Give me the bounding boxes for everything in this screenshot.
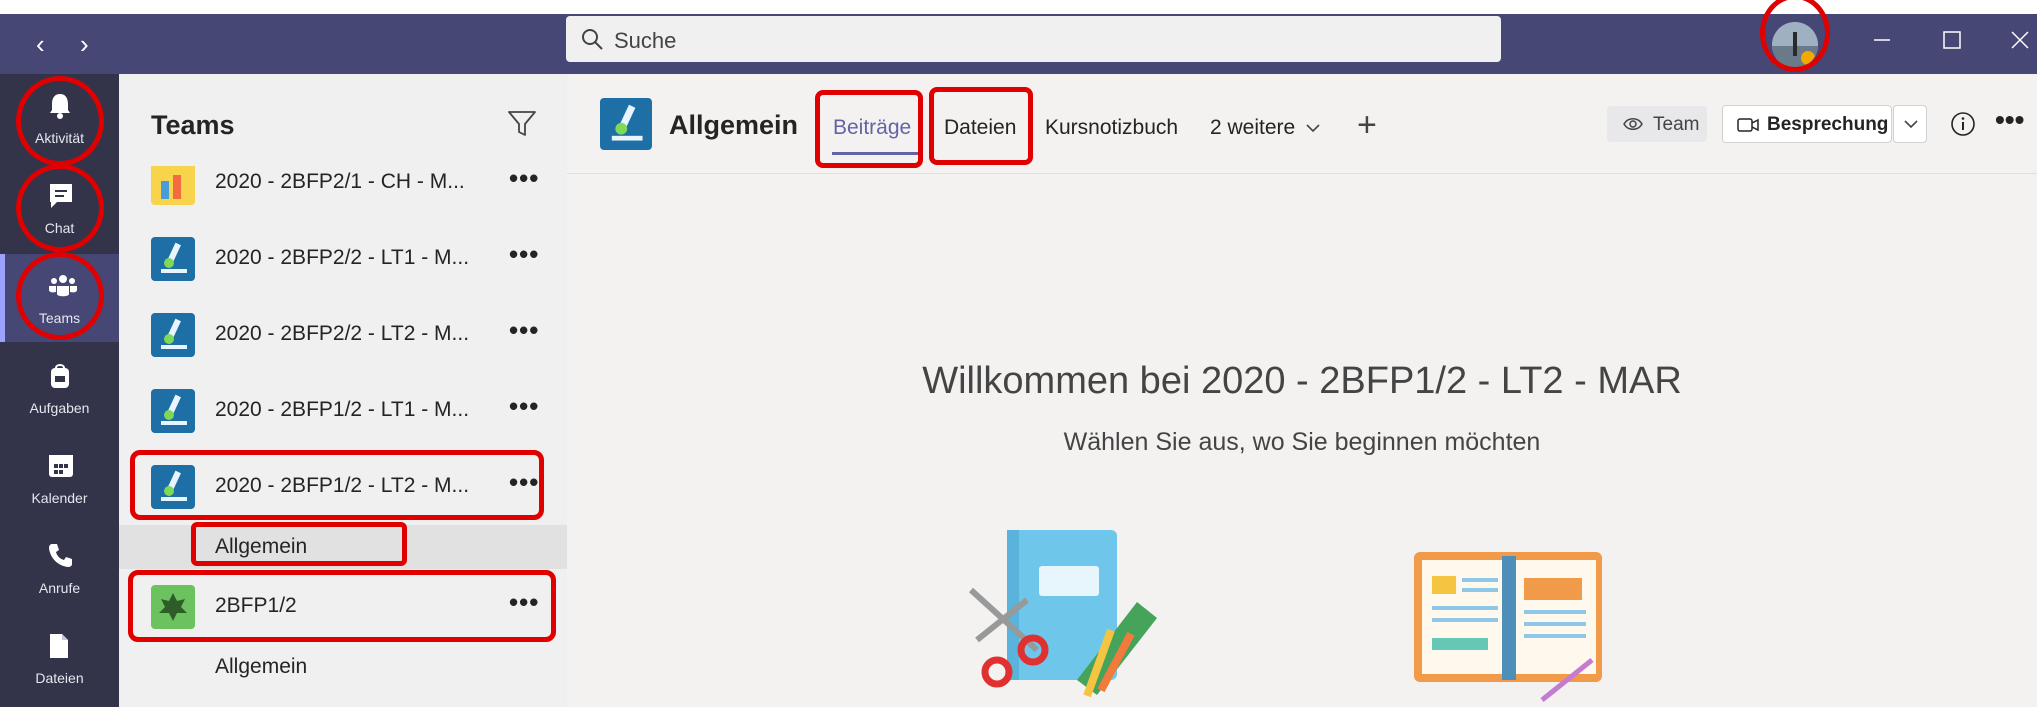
meet-button-label: Besprechung	[1767, 114, 1889, 135]
rail-label: Kalender	[31, 490, 88, 506]
add-tab-button[interactable]: +	[1357, 108, 1377, 142]
panel-title: Teams	[151, 110, 235, 140]
title-bar: ‹ › Suche	[0, 14, 2037, 74]
team-name: 2020 - 2BFP1/2 - LT2 - M...	[215, 474, 470, 497]
team-avatar-icon	[151, 166, 195, 205]
tab-posts[interactable]: Beiträge	[833, 116, 911, 140]
team-row[interactable]: 2020 - 2BFP2/1 - CH - M... •••	[119, 166, 567, 221]
tab-class-notebook[interactable]: Kursnotizbuch	[1045, 116, 1178, 140]
channel-view: Allgemein Beiträge Dateien Kursnotizbuch…	[567, 74, 2037, 707]
team-row[interactable]: 2020 - 2BFP2/2 - LT2 - M... •••	[119, 297, 567, 373]
rail-item-teams[interactable]: Teams	[0, 254, 119, 342]
app-bar: Aktivität Chat Teams Aufgaben Kalender A…	[0, 74, 119, 707]
meet-button[interactable]: Besprechung	[1722, 105, 1892, 143]
welcome-title: Willkommen bei 2020 - 2BFP1/2 - LT2 - MA…	[922, 360, 1682, 402]
backpack-icon	[51, 364, 69, 388]
team-row[interactable]: 2020 - 2BFP1/2 - LT2 - M... •••	[119, 449, 567, 525]
file-icon	[50, 634, 68, 658]
team-name: 2020 - 2BFP2/2 - LT2 - M...	[215, 322, 470, 345]
microscope-icon	[151, 465, 195, 509]
team-name: 2020 - 2BFP1/2 - LT1 - M...	[215, 398, 470, 421]
microscope-icon	[600, 98, 652, 150]
minimize-icon[interactable]	[1870, 28, 1894, 52]
team-name: 2020 - 2BFP2/2 - LT1 - M...	[215, 246, 470, 269]
calendar-icon	[49, 455, 73, 477]
channel-name: Allgemein	[215, 535, 308, 558]
leaf-icon	[151, 585, 195, 629]
microscope-icon	[151, 313, 195, 357]
team-row[interactable]: 2BFP1/2 •••	[119, 569, 567, 645]
tab-more-tabs[interactable]: 2 weitere	[1210, 116, 1321, 140]
team-more-icon[interactable]: •••	[509, 239, 539, 270]
tab-files[interactable]: Dateien	[944, 116, 1016, 140]
filter-icon[interactable]	[507, 110, 537, 138]
microscope-icon	[151, 237, 195, 281]
team-more-icon[interactable]: •••	[509, 467, 539, 498]
welcome-subtitle: Wählen Sie aus, wo Sie beginnen möchten	[1063, 428, 1541, 456]
channel-header: Allgemein Beiträge Dateien Kursnotizbuch…	[567, 74, 2037, 174]
search-icon	[582, 29, 603, 50]
team-more-icon[interactable]: •••	[509, 315, 539, 346]
rail-label: Chat	[44, 220, 75, 236]
teams-icon	[49, 275, 77, 297]
chevron-down-icon	[1306, 124, 1320, 133]
channel-title: Allgemein	[669, 110, 799, 140]
team-button-label: Team	[1653, 114, 1700, 135]
teams-window: ‹ › Suche Aktivität Chat Teams Aufgaben …	[0, 0, 2037, 707]
team-list: 2020 - 2BFP2/1 - CH - M... ••• 2020 - 2B…	[119, 166, 567, 707]
rail-item-assignments[interactable]: Aufgaben	[0, 344, 119, 432]
rail-label: Dateien	[35, 670, 84, 686]
channel-item-allgemein[interactable]: Allgemein	[119, 645, 567, 689]
eye-icon	[1623, 118, 1643, 130]
search-input[interactable]: Suche	[566, 16, 1501, 62]
chat-icon	[50, 184, 72, 208]
more-tabs-label: 2 weitere	[1210, 116, 1296, 139]
avatar[interactable]	[1772, 22, 1818, 68]
video-camera-icon	[1737, 118, 1759, 132]
team-row[interactable]: 2020 - 2BFP1/2 - LT1 - M... •••	[119, 373, 567, 449]
chevron-down-icon	[1904, 120, 1918, 129]
team-button[interactable]: Team	[1607, 106, 1707, 142]
forward-icon[interactable]: ›	[80, 31, 89, 57]
rail-label: Aufgaben	[29, 400, 90, 416]
team-name: 2020 - 2BFP2/1 - CH - M...	[215, 170, 465, 193]
team-name: 2BFP1/2	[215, 594, 297, 617]
team-more-icon[interactable]: •••	[509, 391, 539, 422]
open-notebook-illustration	[1414, 552, 1602, 702]
team-row[interactable]: 2020 - 2BFP2/2 - LT1 - M... •••	[119, 221, 567, 297]
team-more-icon[interactable]: •••	[509, 166, 539, 194]
teams-list-panel: Teams 2020 - 2BFP2/1 - CH - M... ••• 202…	[119, 74, 567, 707]
rail-label: Aktivität	[34, 130, 84, 146]
close-icon[interactable]	[2008, 28, 2032, 52]
selected-indicator	[0, 254, 5, 342]
rail-label: Teams	[38, 310, 81, 326]
top-margin	[0, 0, 2037, 14]
more-options-icon[interactable]: •••	[1995, 104, 2024, 136]
team-more-icon[interactable]: •••	[509, 587, 539, 618]
bell-icon	[50, 94, 70, 119]
channel-name: Allgemein	[215, 655, 308, 678]
maximize-icon[interactable]	[1940, 28, 1964, 52]
phone-icon	[49, 544, 72, 567]
channel-item-allgemein-selected[interactable]: Allgemein	[119, 525, 567, 569]
back-icon[interactable]: ‹	[36, 31, 45, 57]
rail-item-calls[interactable]: Anrufe	[0, 524, 119, 612]
notebook-illustration	[968, 530, 1157, 698]
meet-dropdown-button[interactable]	[1893, 105, 1927, 143]
rail-label: Anrufe	[38, 580, 81, 596]
info-icon[interactable]	[1949, 110, 1977, 138]
rail-item-chat[interactable]: Chat	[0, 164, 119, 252]
active-tab-indicator	[832, 152, 922, 155]
microscope-icon	[151, 389, 195, 433]
rail-item-activity[interactable]: Aktivität	[0, 74, 119, 162]
rail-item-files[interactable]: Dateien	[0, 614, 119, 702]
rail-item-calendar[interactable]: Kalender	[0, 434, 119, 522]
search-placeholder: Suche	[614, 28, 677, 53]
